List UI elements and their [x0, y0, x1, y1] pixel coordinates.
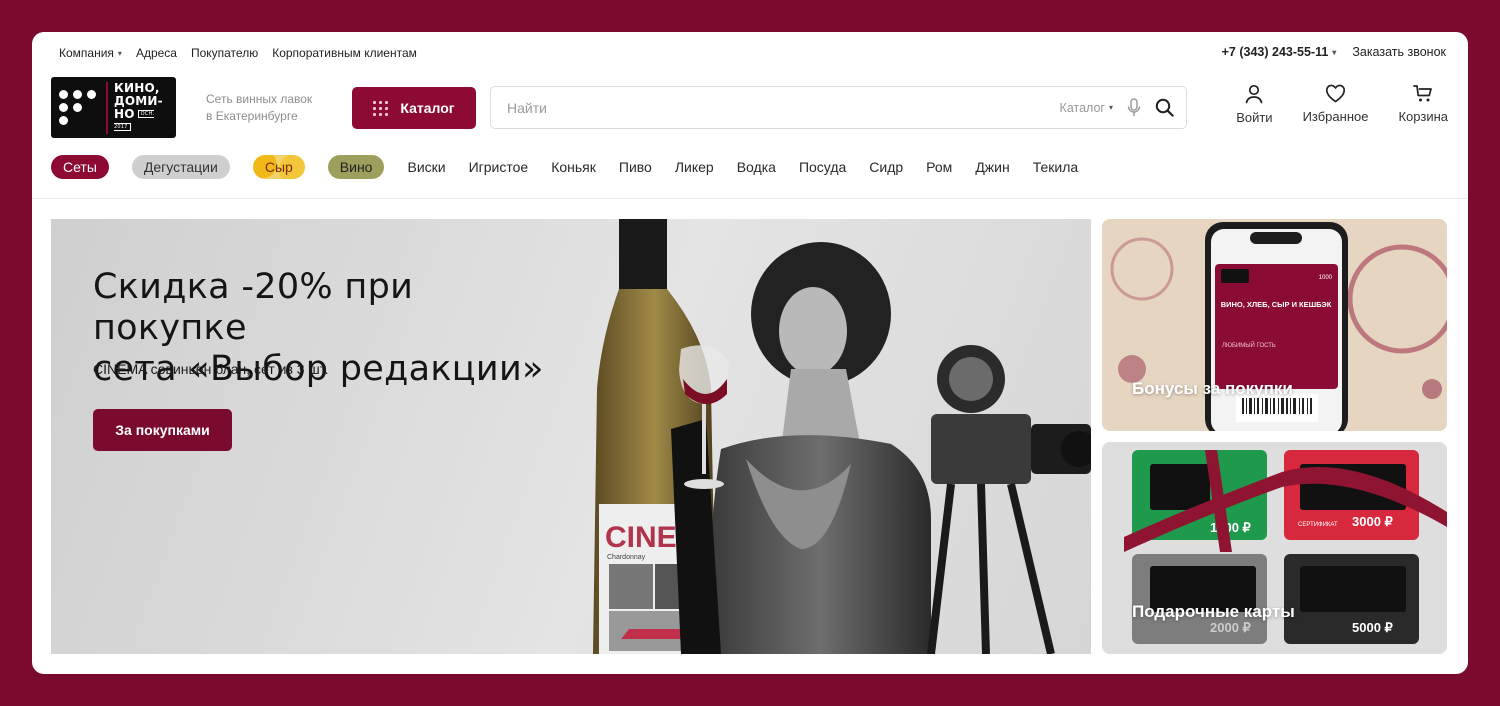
header-actions: Войти Избранное Корзина [1236, 84, 1448, 125]
catalog-button-label: Каталог [400, 100, 455, 116]
hero-illustration: CINEM Chardonnay [593, 219, 1091, 654]
page-card: Компания ▾ Адреса Покупателю Корпоративны… [32, 32, 1468, 674]
bonus-phone-count: 1000 [1319, 275, 1333, 281]
logo-line-3: НО [114, 106, 135, 121]
microphone-icon[interactable] [1127, 98, 1141, 117]
category-link[interactable]: Коньяк [551, 159, 596, 175]
nav-company[interactable]: Компания ▾ [59, 46, 122, 60]
bonus-illustration: ВИНО, ХЛЕБ, СЫР И КЕШБЭК ЛЮБИМЫЙ ГОСТЬ 1… [1102, 219, 1447, 431]
phone-label: +7 (343) 243-55-11 [1221, 45, 1329, 59]
logo[interactable]: КИНО, ДОМИ- НО ОСН. 2017 [51, 77, 176, 138]
cart-icon [1412, 85, 1432, 102]
contacts: +7 (343) 243-55-11 ▾ Заказать звонок [1222, 45, 1446, 59]
tagline-line-2: в Екатеринбурге [206, 109, 298, 123]
tagline: Сеть винных лавок в Екатеринбурге [206, 91, 336, 125]
top-bar: Компания ▾ Адреса Покупателю Корпоративны… [32, 32, 1468, 74]
nav-corporate[interactable]: Корпоративным клиентам [272, 46, 417, 60]
nav-addresses[interactable]: Адреса [136, 46, 177, 60]
favorites-button[interactable]: Избранное [1302, 84, 1369, 125]
category-link[interactable]: Виски [407, 159, 445, 175]
category-pill-tastings[interactable]: Дегустации [131, 155, 230, 179]
cart-label: Корзина [1398, 109, 1448, 124]
search-scope-dropdown[interactable]: Каталог ▾ [1060, 101, 1113, 115]
header-divider [32, 198, 1468, 199]
category-link[interactable]: Водка [737, 159, 776, 175]
category-link[interactable]: Ликер [675, 159, 714, 175]
top-nav: Компания ▾ Адреса Покупателю Корпоративны… [59, 46, 417, 60]
category-pill-wine[interactable]: Вино [327, 155, 385, 179]
hero-title-line-1: Скидка -20% при покупке [93, 267, 414, 348]
cart-button[interactable]: Корзина [1398, 84, 1448, 125]
nav-customers[interactable]: Покупателю [191, 46, 258, 60]
heart-icon [1325, 84, 1346, 103]
gift-card-caption: СЕРТИФИКАТ [1298, 522, 1338, 528]
gift-card-amount: 3000 ₽ [1352, 514, 1394, 529]
promo-gift-card[interactable]: 1000 ₽ СЕРТИФИКАТ 3000 ₽ 2000 ₽ 5000 ₽ По… [1102, 442, 1447, 654]
chevron-down-icon: ▾ [117, 48, 122, 58]
tagline-line-1: Сеть винных лавок [206, 92, 313, 106]
category-link[interactable]: Посуда [799, 159, 846, 175]
bottle-sublabel: Chardonnay [607, 554, 646, 561]
logo-wordmark: КИНО, ДОМИ- НО ОСН. 2017 [106, 80, 168, 134]
category-pill-sets[interactable]: Сеты [51, 155, 109, 179]
search-input[interactable] [491, 87, 1060, 128]
nav-company-label: Компания [59, 46, 114, 60]
promo-gift-label: Подарочные карты [1132, 602, 1295, 621]
search-bar: Каталог▾ [490, 86, 1187, 129]
gift-card-amount: 5000 ₽ [1352, 620, 1394, 635]
search-icon[interactable] [1155, 98, 1174, 117]
gift-card-amount: 2000 ₽ [1210, 620, 1252, 635]
hero-subtitle: CINEMA совиньен блан, сет из 3 шт. [93, 361, 329, 377]
category-link[interactable]: Сидр [869, 159, 903, 175]
chevron-down-icon: ▾ [1108, 103, 1113, 112]
category-link[interactable]: Пиво [619, 159, 652, 175]
shop-now-button[interactable]: За покупками [93, 409, 232, 451]
user-icon [1246, 84, 1263, 104]
bonus-phone-text: ВИНО, ХЛЕБ, СЫР И КЕШБЭК [1221, 300, 1332, 309]
login-label: Войти [1236, 110, 1273, 125]
logo-line-1: КИНО, [114, 80, 160, 95]
category-link[interactable]: Игристое [469, 159, 529, 175]
category-link[interactable]: Джин [975, 159, 1009, 175]
logo-dots-icon [59, 90, 96, 125]
bonus-phone-subtext: ЛЮБИМЫЙ ГОСТЬ [1222, 341, 1276, 349]
search-scope-label: Каталог [1059, 100, 1105, 115]
category-nav: Сеты Дегустации Сыр Вино Виски Игристое … [51, 155, 1078, 179]
callback-link[interactable]: Заказать звонок [1352, 45, 1446, 59]
hero-banner[interactable]: CINEM Chardonnay Скидка -20% при покупке… [51, 219, 1091, 654]
promo-bonus-card[interactable]: ВИНО, ХЛЕБ, СЫР И КЕШБЭК ЛЮБИМЫЙ ГОСТЬ 1… [1102, 219, 1447, 431]
category-pill-cheese[interactable]: Сыр [253, 155, 305, 179]
category-link[interactable]: Ром [926, 159, 952, 175]
gift-card-3: 2000 ₽ [1132, 554, 1267, 644]
promo-bonus-label: Бонусы за покупки [1132, 379, 1293, 398]
gift-cards-illustration: 1000 ₽ СЕРТИФИКАТ 3000 ₽ 2000 ₽ 5000 ₽ [1102, 442, 1447, 654]
login-button[interactable]: Войти [1236, 84, 1273, 125]
category-link[interactable]: Текила [1033, 159, 1078, 175]
chevron-down-icon: ▾ [1332, 47, 1337, 57]
favorites-label: Избранное [1302, 109, 1369, 124]
phone-number[interactable]: +7 (343) 243-55-11 ▾ [1222, 45, 1337, 59]
gift-card-4: 5000 ₽ [1284, 554, 1419, 644]
catalog-button[interactable]: Каталог [352, 87, 476, 129]
grid-icon [373, 100, 389, 116]
